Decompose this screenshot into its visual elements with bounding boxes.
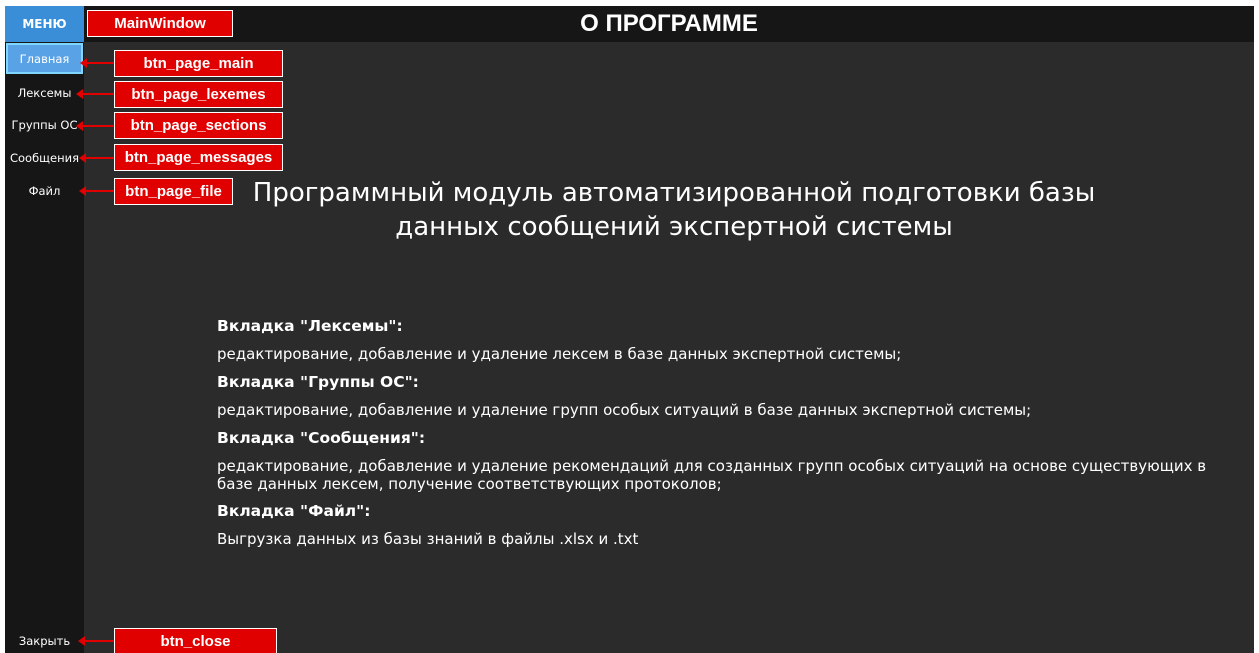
menu-header: МЕНЮ [5, 6, 84, 42]
nav-button-lexemes[interactable]: Лексемы [5, 79, 84, 107]
annotation-arrow [79, 186, 115, 196]
section-description: редактирование, добавление и удаление ре… [217, 457, 1207, 493]
annotation-btn-page-messages: btn_page_messages [114, 144, 283, 171]
annotation-btn-page-main: btn_page_main [114, 50, 283, 77]
program-heading: Программный модуль автоматизированной по… [252, 178, 1096, 242]
section-title: Вкладка "Сообщения": [217, 429, 426, 447]
annotation-main-window: MainWindow [87, 10, 233, 37]
annotation-btn-page-lexemes: btn_page_lexemes [114, 81, 283, 108]
nav-button-close[interactable]: Закрыть [5, 627, 84, 653]
annotation-btn-page-sections: btn_page_sections [114, 112, 283, 139]
section-title: Вкладка "Лексемы": [217, 317, 403, 335]
section-title: Вкладка "Группы ОС": [217, 373, 419, 391]
annotation-arrow [79, 153, 115, 163]
annotation-arrow [76, 89, 115, 99]
annotation-btn-close: btn_close [114, 628, 277, 653]
nav-button-messages[interactable]: Сообщения [5, 144, 84, 172]
annotation-arrow [76, 121, 115, 131]
section-description: редактирование, добавление и удаление ле… [217, 345, 902, 363]
annotation-arrow [78, 636, 115, 646]
nav-button-file[interactable]: Файл [5, 177, 84, 205]
annotation-arrow [80, 58, 115, 68]
nav-button-main[interactable]: Главная [6, 43, 83, 74]
section-description: редактирование, добавление и удаление гр… [217, 401, 1032, 419]
info-sections: Вкладка "Лексемы": редактирование, добав… [217, 316, 1217, 548]
annotation-btn-page-file: btn_page_file [114, 178, 233, 205]
section-title: Вкладка "Файл": [217, 502, 371, 520]
page-title: О ПРОГРАММЕ [580, 10, 758, 37]
section-description: Выгрузка данных из базы знаний в файлы .… [217, 530, 639, 548]
nav-button-sections[interactable]: Группы ОС [5, 111, 84, 139]
